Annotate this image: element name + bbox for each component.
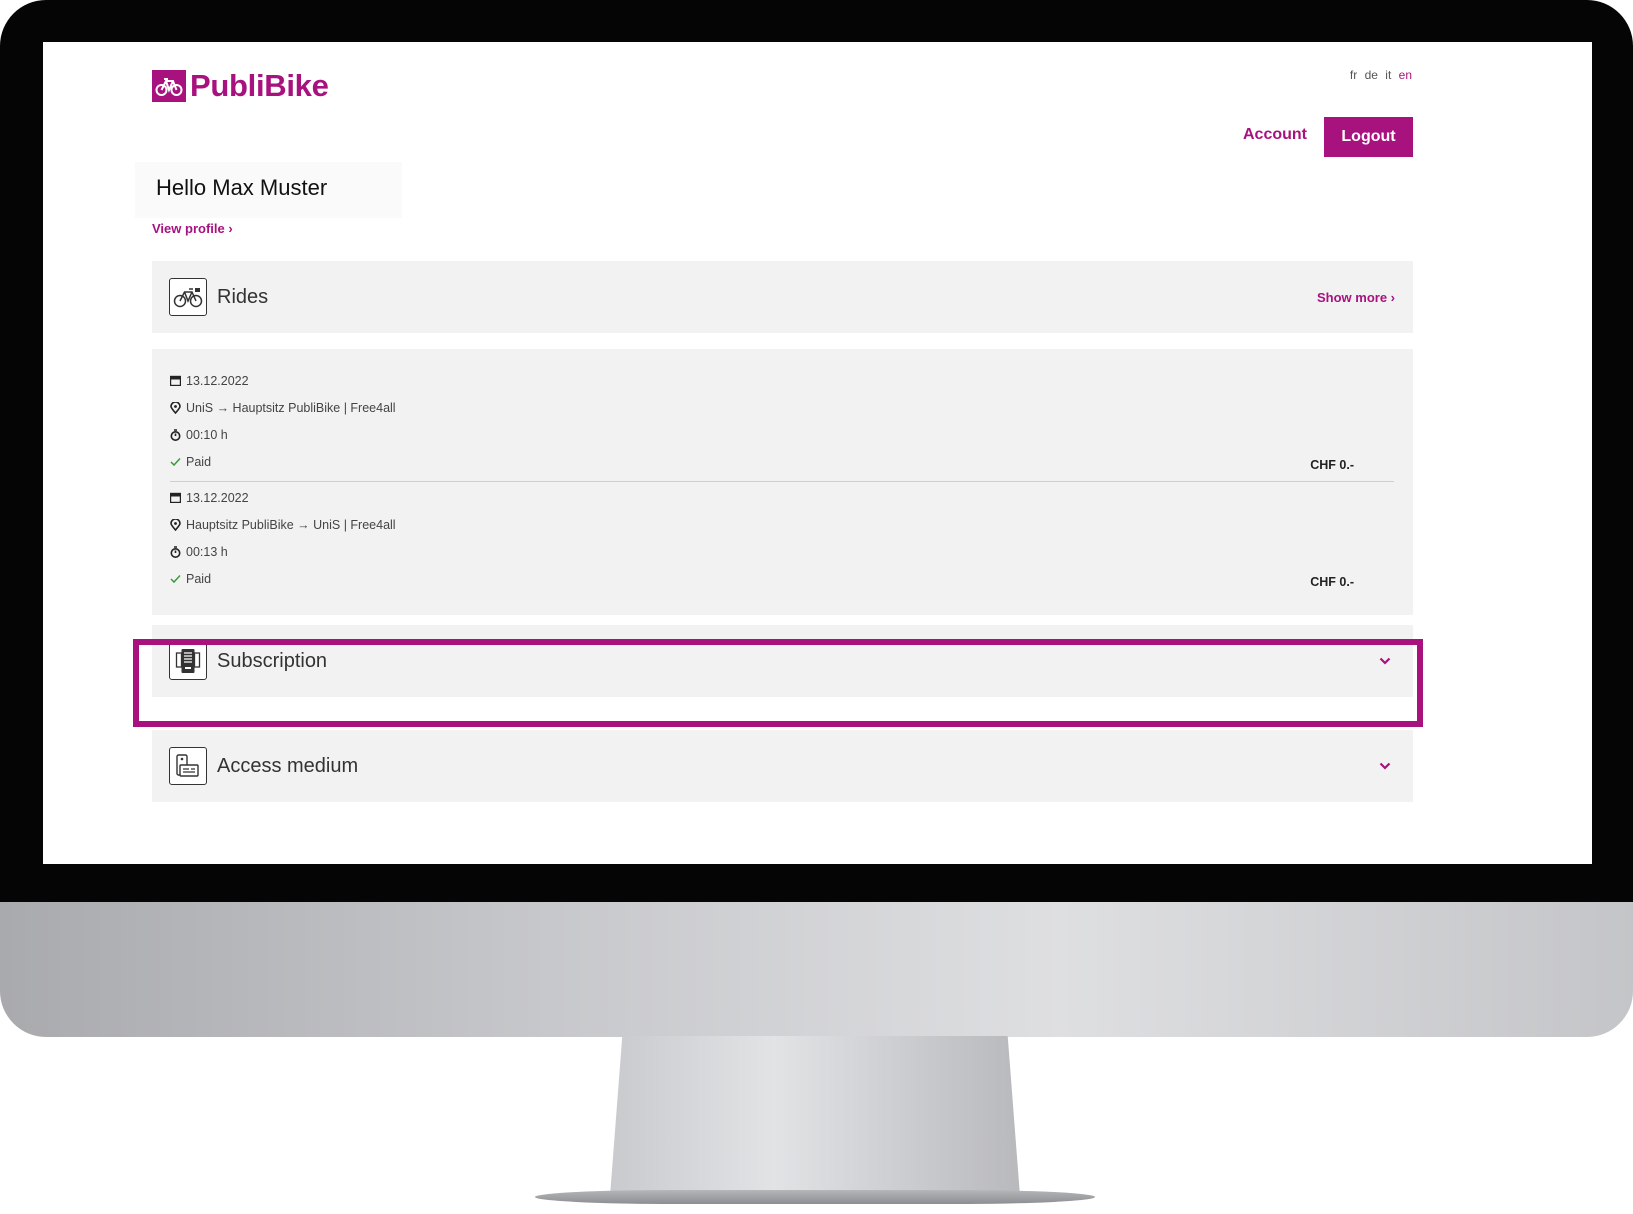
ride-route: UniS → Hauptsitz PubliBike | Free4all	[186, 400, 396, 415]
bicycle-icon	[169, 278, 207, 316]
language-switch: fr de it en	[1346, 68, 1412, 82]
view-profile-link[interactable]: View profile ›	[152, 221, 233, 236]
ride-status: Paid	[186, 571, 212, 586]
brand-logo[interactable]: PubliBike	[152, 68, 329, 104]
stopwatch-icon	[170, 545, 181, 558]
access-medium-title: Access medium	[217, 754, 359, 777]
ride-duration: 00:10 h	[186, 427, 228, 442]
browser-screen: PubliBike fr de it en Account Logout Hel…	[43, 42, 1592, 864]
location-pin-icon	[170, 518, 181, 531]
calendar-icon	[170, 375, 181, 386]
stopwatch-icon	[170, 428, 181, 441]
check-icon	[170, 457, 181, 466]
chevron-down-icon[interactable]	[1375, 756, 1395, 776]
ride-price: CHF 0.-	[1310, 458, 1354, 472]
monitor-foot	[535, 1190, 1095, 1204]
lang-it[interactable]: it	[1385, 68, 1391, 82]
logout-button[interactable]: Logout	[1324, 117, 1413, 157]
lang-de[interactable]: de	[1365, 68, 1378, 82]
monitor-chin	[0, 902, 1633, 1037]
access-card-phone-icon	[169, 747, 207, 785]
rides-panel-header: Rides Show more ›	[152, 261, 1413, 333]
rides-title: Rides	[217, 285, 269, 308]
ride-divider	[170, 481, 1394, 482]
brand-name: PubliBike	[190, 68, 329, 103]
monitor-stand	[610, 1036, 1020, 1196]
location-pin-icon	[170, 401, 181, 414]
calendar-icon	[170, 492, 181, 503]
rides-list: 13.12.2022 UniS → Hauptsitz PubliBike | …	[152, 349, 1413, 615]
list-item: 13.12.2022 UniS → Hauptsitz PubliBike | …	[170, 367, 1394, 475]
list-item: 13.12.2022 Hauptsitz PubliBike → UniS | …	[170, 484, 1394, 592]
access-medium-panel-header[interactable]: Access medium	[152, 730, 1413, 802]
ride-route: Hauptsitz PubliBike → UniS | Free4all	[186, 517, 396, 532]
bike-logo-icon	[152, 70, 186, 102]
user-greeting: Hello Max Muster	[156, 175, 328, 200]
ride-date: 13.12.2022	[186, 490, 249, 505]
subscription-highlight-frame	[133, 639, 1423, 727]
ride-duration: 00:13 h	[186, 544, 228, 559]
ride-price: CHF 0.-	[1310, 575, 1354, 589]
lang-fr[interactable]: fr	[1350, 68, 1357, 82]
account-link[interactable]: Account	[1243, 126, 1307, 144]
ride-status: Paid	[186, 454, 212, 469]
ride-date: 13.12.2022	[186, 373, 249, 388]
check-icon	[170, 574, 181, 583]
lang-en[interactable]: en	[1399, 68, 1412, 82]
show-more-link[interactable]: Show more ›	[1317, 290, 1395, 305]
